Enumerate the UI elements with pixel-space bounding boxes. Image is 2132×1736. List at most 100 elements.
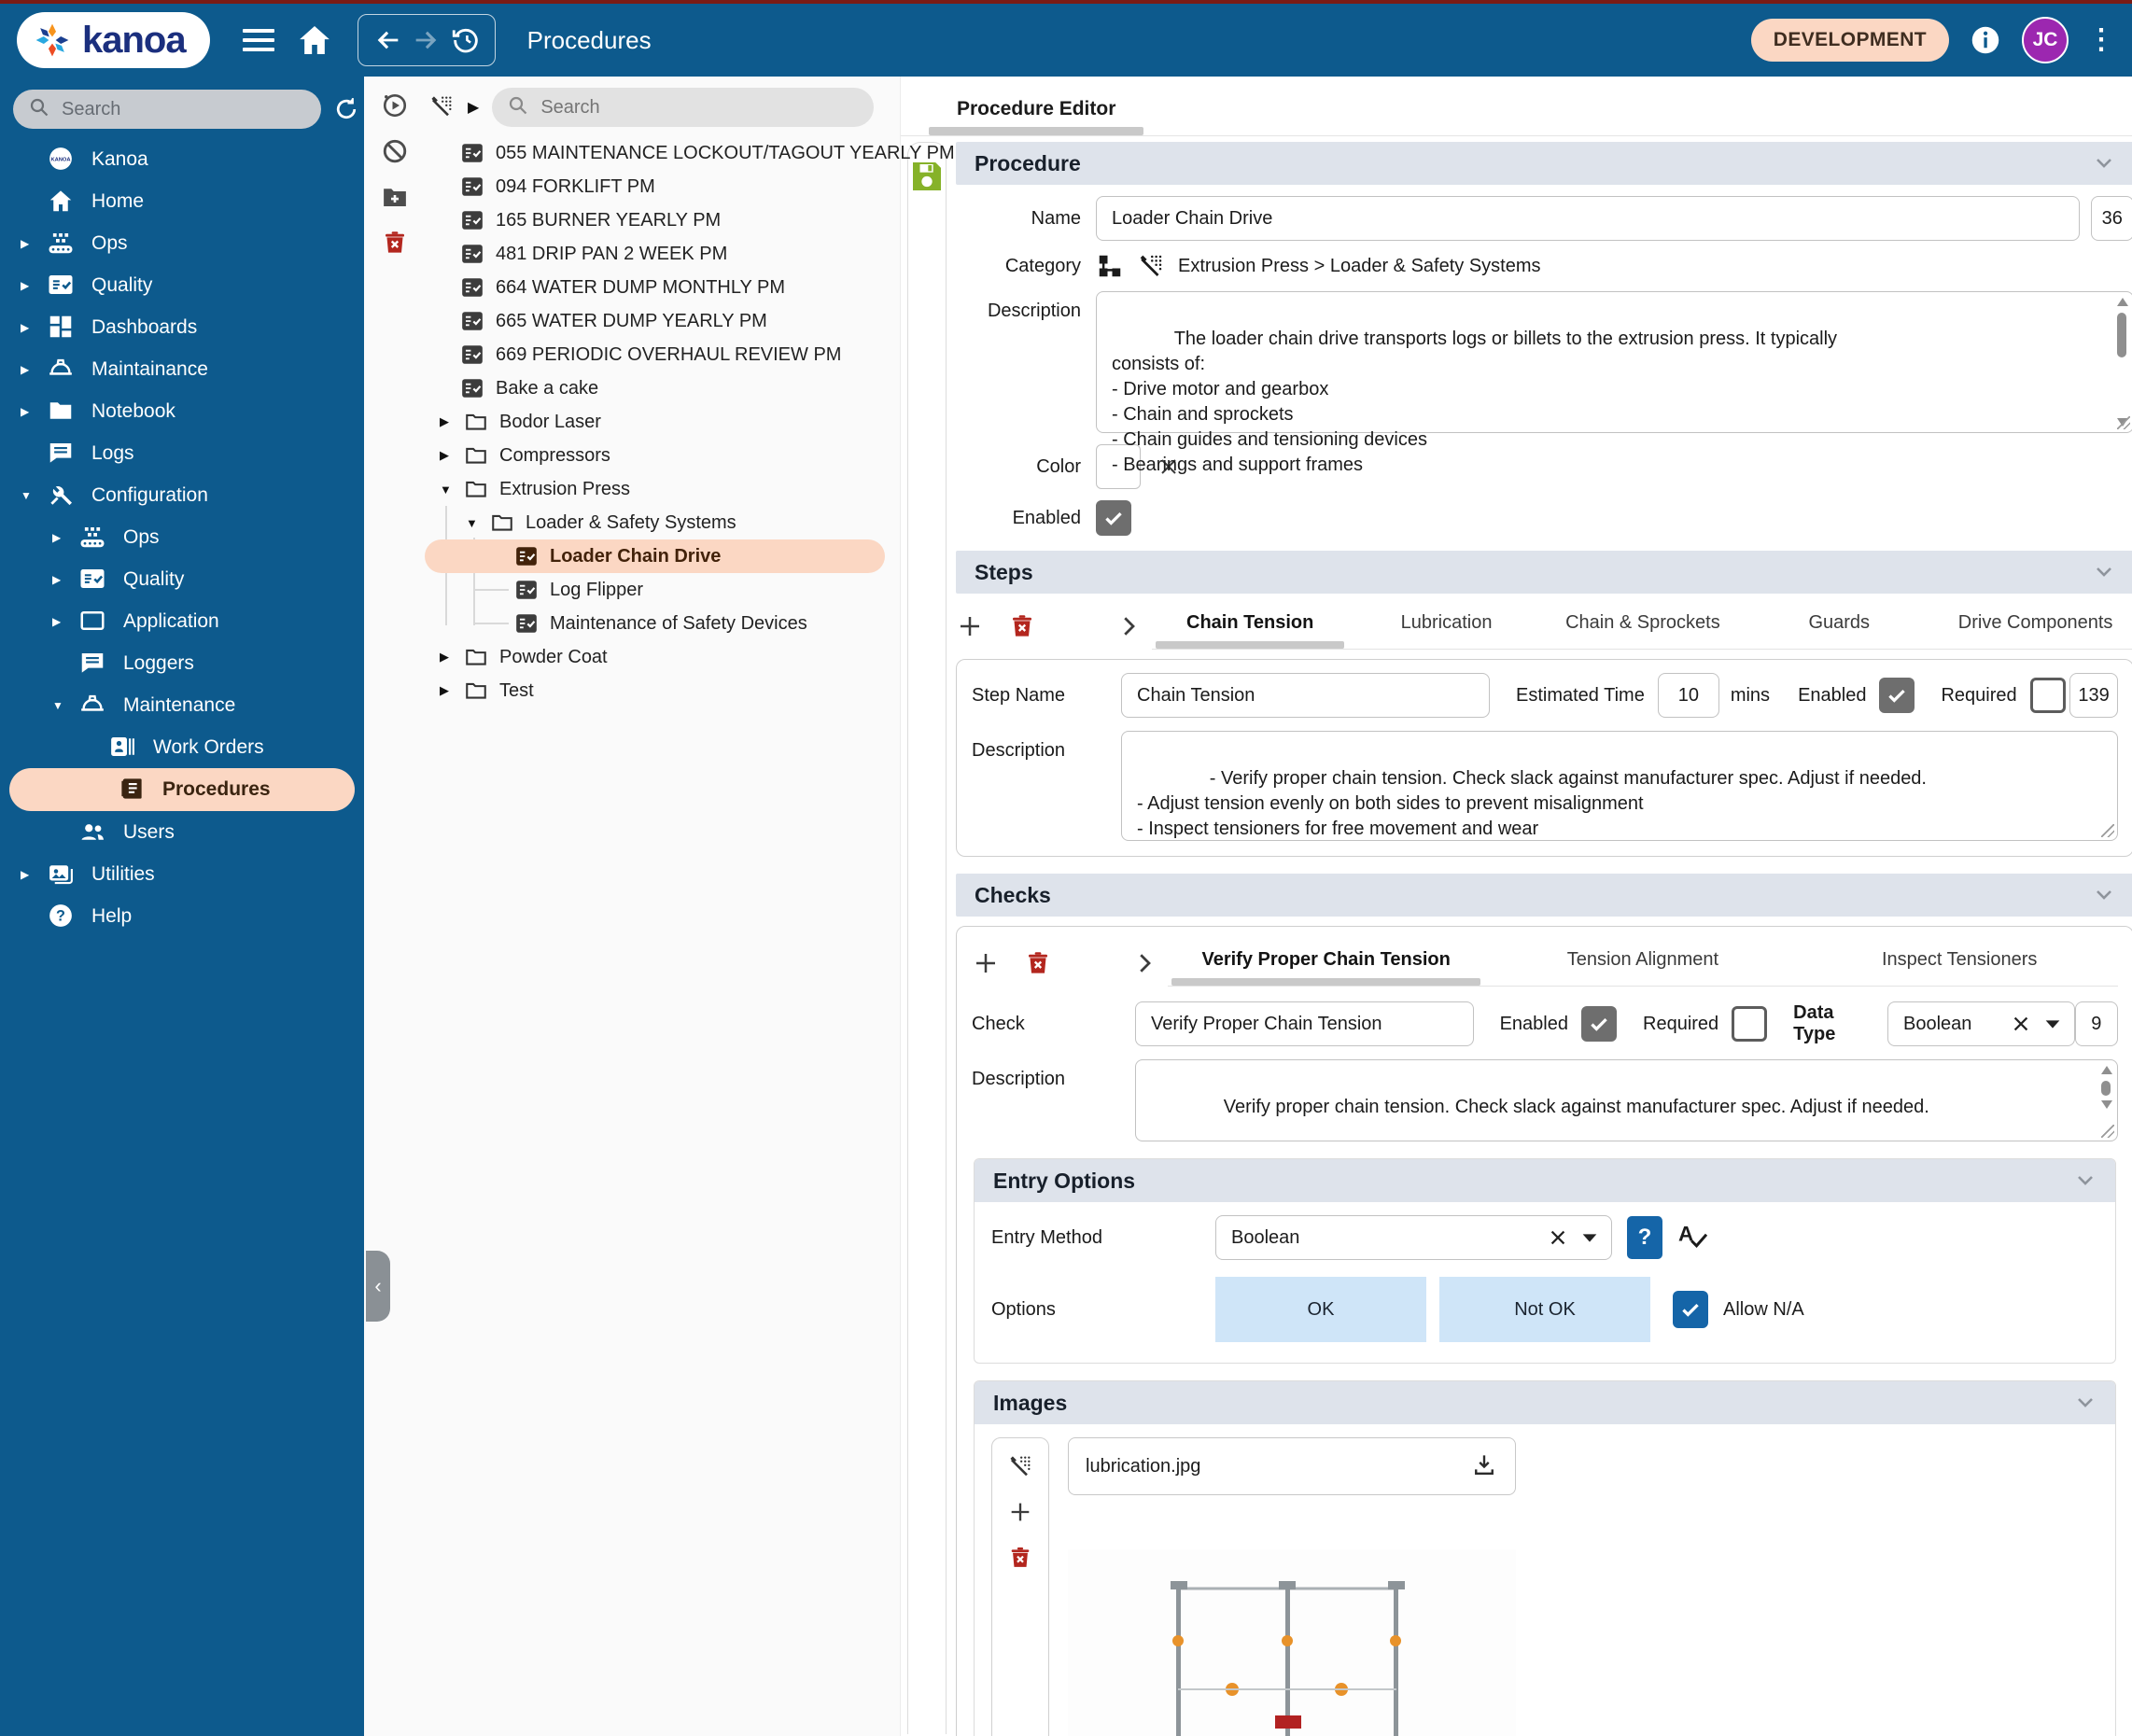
option-button-ok[interactable]: OK	[1215, 1277, 1426, 1342]
step-description-textarea[interactable]: - Verify proper chain tension. Check sla…	[1121, 731, 2118, 841]
step-enabled-checkbox[interactable]	[1879, 678, 1915, 713]
chevron-expanded-icon[interactable]: ▼	[21, 489, 47, 502]
clear-icon[interactable]	[1548, 1227, 1568, 1248]
tree-item-055-maintenance-lockout-tagout-yearly-pm[interactable]: 055 MAINTENANCE LOCKOUT/TAGOUT YEARLY PM	[425, 136, 955, 170]
more-menu-icon[interactable]: ⋮	[2087, 26, 2115, 54]
add-folder-icon[interactable]	[381, 183, 409, 214]
forward-icon[interactable]	[411, 24, 442, 56]
scrollbar-thumb[interactable]	[2100, 1081, 2111, 1096]
tree-item-extrusion-press[interactable]: ▼ Extrusion Press	[425, 472, 900, 506]
refresh-icon[interactable]	[332, 95, 360, 123]
step-required-checkbox[interactable]	[2029, 678, 2066, 713]
chevron-down-icon[interactable]	[2093, 883, 2115, 908]
chevron-collapsed-icon[interactable]: ▶	[21, 237, 47, 250]
chevron-expanded-icon[interactable]: ▼	[440, 483, 464, 497]
sidebar-item-maintainance[interactable]: ▶ Maintainance	[0, 348, 364, 390]
download-icon[interactable]	[1470, 1451, 1498, 1482]
step-tab-lubrication[interactable]: Lubrication	[1348, 603, 1544, 649]
entry-method-select[interactable]: Boolean	[1215, 1215, 1612, 1260]
delete-image-icon[interactable]	[1007, 1545, 1033, 1574]
chevron-collapsed-icon[interactable]: ▶	[21, 405, 47, 418]
step-tab-chain-sprockets[interactable]: Chain & Sprockets	[1545, 603, 1741, 649]
estimated-time-input[interactable]	[1657, 673, 1719, 718]
expand-tree-icon[interactable]: ▶	[468, 98, 479, 117]
kanoa-logo[interactable]: kanoa	[17, 12, 210, 68]
next-check-icon[interactable]	[1130, 949, 1158, 977]
tree-item-loader-safety-systems[interactable]: ▼ Loader & Safety Systems	[425, 506, 900, 539]
check-tab-tension-alignment[interactable]: Tension Alignment	[1484, 940, 1801, 986]
sidebar-search-input[interactable]: Search	[13, 90, 321, 129]
chevron-down-icon[interactable]	[2074, 1391, 2097, 1416]
tree-item-loader-chain-drive[interactable]: Loader Chain Drive	[425, 539, 885, 573]
allow-na-checkbox[interactable]	[1673, 1291, 1708, 1328]
info-icon[interactable]	[1968, 22, 2003, 58]
check-name-input[interactable]	[1135, 1001, 1474, 1046]
chevron-collapsed-icon[interactable]: ▶	[440, 683, 464, 698]
tree-search-input[interactable]: Search	[492, 88, 874, 127]
step-tab-drive-components[interactable]: Drive Components	[1937, 603, 2132, 649]
scrollbar-thumb[interactable]	[2116, 313, 2126, 357]
procedure-name-input[interactable]	[1096, 196, 2080, 241]
help-icon[interactable]: ?	[1627, 1216, 1662, 1259]
chevron-collapsed-icon[interactable]: ▶	[21, 363, 47, 376]
auto-fix-off-icon[interactable]	[428, 93, 455, 122]
tree-item-665-water-dump-yearly-pm[interactable]: 665 WATER DUMP YEARLY PM	[425, 304, 900, 338]
tree-item-compressors[interactable]: ▶ Compressors	[425, 439, 900, 472]
user-avatar[interactable]: JC	[2022, 17, 2069, 63]
sidebar-item-maintenance[interactable]: ▼ Maintenance	[0, 684, 364, 726]
chevron-collapsed-icon[interactable]: ▶	[440, 414, 464, 429]
sidebar-item-utilities[interactable]: ▶ Utilities	[0, 853, 364, 895]
tree-item-664-water-dump-monthly-pm[interactable]: 664 WATER DUMP MONTHLY PM	[425, 271, 900, 304]
step-name-input[interactable]	[1121, 673, 1490, 718]
disable-icon[interactable]	[381, 137, 409, 168]
run-procedure-icon[interactable]	[381, 91, 409, 122]
chevron-collapsed-icon[interactable]: ▶	[21, 321, 47, 334]
home-icon[interactable]	[296, 21, 333, 59]
spellcheck-icon[interactable]: A	[1676, 1220, 1709, 1256]
tree-item-669-periodic-overhaul-review-pm[interactable]: 669 PERIODIC OVERHAUL REVIEW PM	[425, 338, 900, 371]
sidebar-item-loggers[interactable]: Loggers	[0, 642, 364, 684]
auto-fix-off-icon[interactable]	[1137, 252, 1165, 280]
sidebar-item-help[interactable]: ? Help	[0, 895, 364, 937]
scroll-up-icon[interactable]	[2100, 1066, 2112, 1074]
history-icon[interactable]	[450, 24, 482, 56]
resize-handle[interactable]	[2100, 824, 2114, 837]
check-tab-verify-proper-chain-tension[interactable]: Verify Proper Chain Tension	[1168, 940, 1484, 986]
back-icon[interactable]	[372, 24, 403, 56]
chevron-collapsed-icon[interactable]: ▶	[21, 279, 47, 292]
sidebar-item-home[interactable]: Home	[0, 180, 364, 222]
sidebar-item-users[interactable]: Users	[0, 811, 364, 853]
add-step-icon[interactable]	[956, 612, 984, 640]
tree-item-165-burner-yearly-pm[interactable]: 165 BURNER YEARLY PM	[425, 203, 900, 237]
resize-handle[interactable]	[2116, 416, 2130, 429]
chevron-expanded-icon[interactable]: ▼	[466, 516, 490, 530]
chevron-collapsed-icon[interactable]: ▶	[52, 573, 78, 586]
check-required-checkbox[interactable]	[1732, 1006, 1768, 1042]
option-button-not-ok[interactable]: Not OK	[1439, 1277, 1650, 1342]
chevron-collapsed-icon[interactable]: ▶	[21, 868, 47, 881]
tree-item-bodor-laser[interactable]: ▶ Bodor Laser	[425, 405, 900, 439]
add-check-icon[interactable]	[972, 949, 1000, 977]
data-type-select[interactable]: Boolean	[1887, 1001, 2075, 1046]
tree-item-maintenance-of-safety-devices[interactable]: Maintenance of Safety Devices	[425, 607, 900, 640]
chevron-down-icon[interactable]	[2074, 1169, 2097, 1194]
tree-item-bake-a-cake[interactable]: Bake a cake	[425, 371, 900, 405]
check-tab-inspect-tensioners[interactable]: Inspect Tensioners	[1802, 940, 2118, 986]
tab-procedure-editor[interactable]: Procedure Editor	[929, 98, 1144, 135]
tree-item-log-flipper[interactable]: Log Flipper	[425, 573, 900, 607]
chevron-down-icon[interactable]	[2042, 1014, 2063, 1034]
sidebar-item-procedures[interactable]: Procedures	[9, 768, 355, 811]
next-step-icon[interactable]	[1115, 612, 1143, 640]
add-image-icon[interactable]	[1007, 1499, 1033, 1528]
tree-item-powder-coat[interactable]: ▶ Powder Coat	[425, 640, 900, 674]
step-tab-chain-tension[interactable]: Chain Tension	[1152, 603, 1348, 649]
procedure-description-textarea[interactable]: The loader chain drive transports logs o…	[1096, 291, 2132, 475]
sidebar-item-ops[interactable]: ▶ Ops	[0, 222, 364, 264]
check-description-textarea[interactable]: Verify proper chain tension. Check slack…	[1135, 1059, 2118, 1141]
scrollbar[interactable]	[2114, 296, 2129, 428]
collapse-panel-icon[interactable]: ‹	[366, 1251, 390, 1322]
scroll-down-icon[interactable]	[2100, 1100, 2112, 1109]
chevron-expanded-icon[interactable]: ▼	[52, 699, 78, 712]
sidebar-item-logs[interactable]: Logs	[0, 432, 364, 474]
chevron-down-icon[interactable]	[1579, 1227, 1600, 1248]
